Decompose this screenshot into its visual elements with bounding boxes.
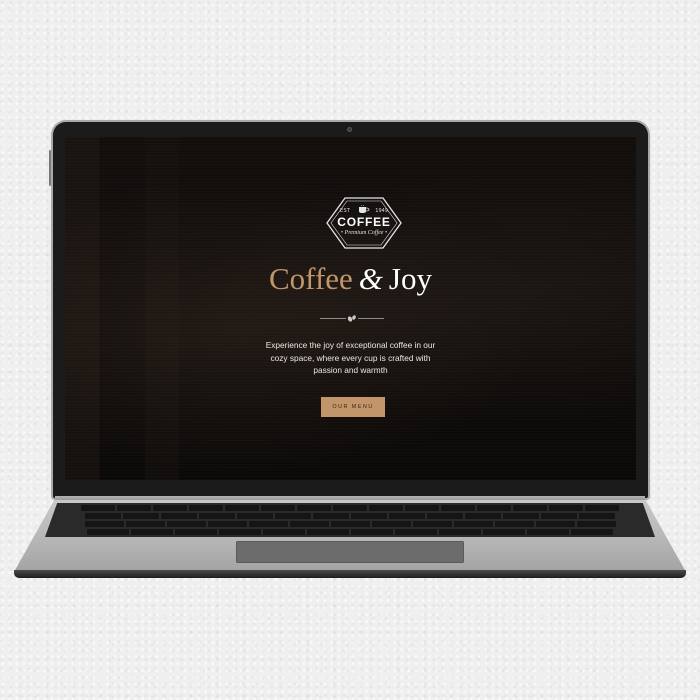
keyboard-key xyxy=(453,521,493,527)
keyboard-key xyxy=(81,505,115,511)
keyboard-key xyxy=(513,505,547,511)
hero-description: Experience the joy of exceptional coffee… xyxy=(265,340,436,375)
keyboard-key xyxy=(330,521,370,527)
keyboard-key xyxy=(571,529,613,535)
coffee-logo[interactable]: EST 1949 COFFEE • Premium Coffee • xyxy=(326,197,402,249)
keyboard-key xyxy=(123,513,159,519)
keyboard-key xyxy=(225,505,259,511)
logo-wordmark: COFFEE xyxy=(337,215,391,229)
keyboard-key xyxy=(219,529,261,535)
keyboard-key xyxy=(483,529,525,535)
keyboard-key xyxy=(313,513,349,519)
webcam-icon xyxy=(347,127,352,132)
ornamental-divider xyxy=(320,313,384,323)
keyboard-key xyxy=(84,521,124,527)
keyboard-row xyxy=(45,512,655,520)
keyboard-key xyxy=(576,521,616,527)
logo-year: 1949 xyxy=(375,208,388,214)
keyboard-key xyxy=(395,529,437,535)
keyboard-key xyxy=(261,505,295,511)
keyboard-key xyxy=(351,513,387,519)
keyboard-key xyxy=(166,521,206,527)
laptop-side-button xyxy=(49,150,51,186)
keyboard-key xyxy=(439,529,481,535)
keyboard-key xyxy=(161,513,197,519)
keyboard-key xyxy=(412,521,452,527)
keyboard-key xyxy=(237,513,273,519)
headline-word-joy: Joy xyxy=(388,261,432,296)
keyboard-key xyxy=(535,521,575,527)
laptop-lid: EST 1949 COFFEE • Premium Coffee • Coffe… xyxy=(49,122,648,498)
keyboard-key xyxy=(427,513,463,519)
headline-word-coffee: Coffee xyxy=(269,261,353,296)
keyboard-key xyxy=(199,513,235,519)
coffee-cup-icon xyxy=(359,205,370,213)
hero-section: EST 1949 COFFEE • Premium Coffee • Coffe… xyxy=(65,137,636,480)
laptop-front-edge xyxy=(14,570,686,578)
keyboard-key xyxy=(117,505,151,511)
keyboard-key xyxy=(189,505,223,511)
coffee-beans-icon xyxy=(347,315,356,322)
keyboard-key xyxy=(289,521,329,527)
keyboard-key xyxy=(297,505,331,511)
hero-headline: Coffee & Joy xyxy=(65,259,636,299)
logo-tagline: • Premium Coffee • xyxy=(340,230,388,236)
keyboard-key xyxy=(441,505,475,511)
keyboard-key xyxy=(494,521,534,527)
keyboard-key xyxy=(477,505,511,511)
keyboard-key xyxy=(153,505,187,511)
keyboard-key xyxy=(131,529,173,535)
keyboard-key xyxy=(527,529,569,535)
keyboard-key xyxy=(263,529,305,535)
keyboard-key xyxy=(369,505,403,511)
keyboard-key xyxy=(175,529,217,535)
keyboard-key xyxy=(333,505,367,511)
keyboard-key xyxy=(351,529,393,535)
headline-ampersand: & xyxy=(358,261,383,296)
keyboard-key xyxy=(389,513,425,519)
keyboard-row xyxy=(45,520,655,528)
logo-est: EST xyxy=(340,208,351,214)
keyboard-key xyxy=(405,505,439,511)
keyboard-key xyxy=(275,513,311,519)
our-menu-button[interactable]: OUR MENU xyxy=(321,397,385,417)
keyboard-key xyxy=(85,513,121,519)
keyboard-key xyxy=(585,505,619,511)
trackpad[interactable] xyxy=(236,541,464,563)
keyboard-key xyxy=(307,529,349,535)
keyboard-key xyxy=(87,529,129,535)
keyboard-key xyxy=(579,513,615,519)
keyboard-key xyxy=(503,513,539,519)
keyboard-key xyxy=(207,521,247,527)
keyboard-key xyxy=(125,521,165,527)
keyboard-key xyxy=(465,513,501,519)
keyboard-key xyxy=(248,521,288,527)
laptop-screen: EST 1949 COFFEE • Premium Coffee • Coffe… xyxy=(65,137,636,480)
keyboard-key xyxy=(541,513,577,519)
keyboard-row xyxy=(45,504,655,512)
keyboard-keys xyxy=(45,503,655,537)
keyboard-key xyxy=(371,521,411,527)
keyboard-row xyxy=(45,528,655,536)
keyboard-key xyxy=(549,505,583,511)
